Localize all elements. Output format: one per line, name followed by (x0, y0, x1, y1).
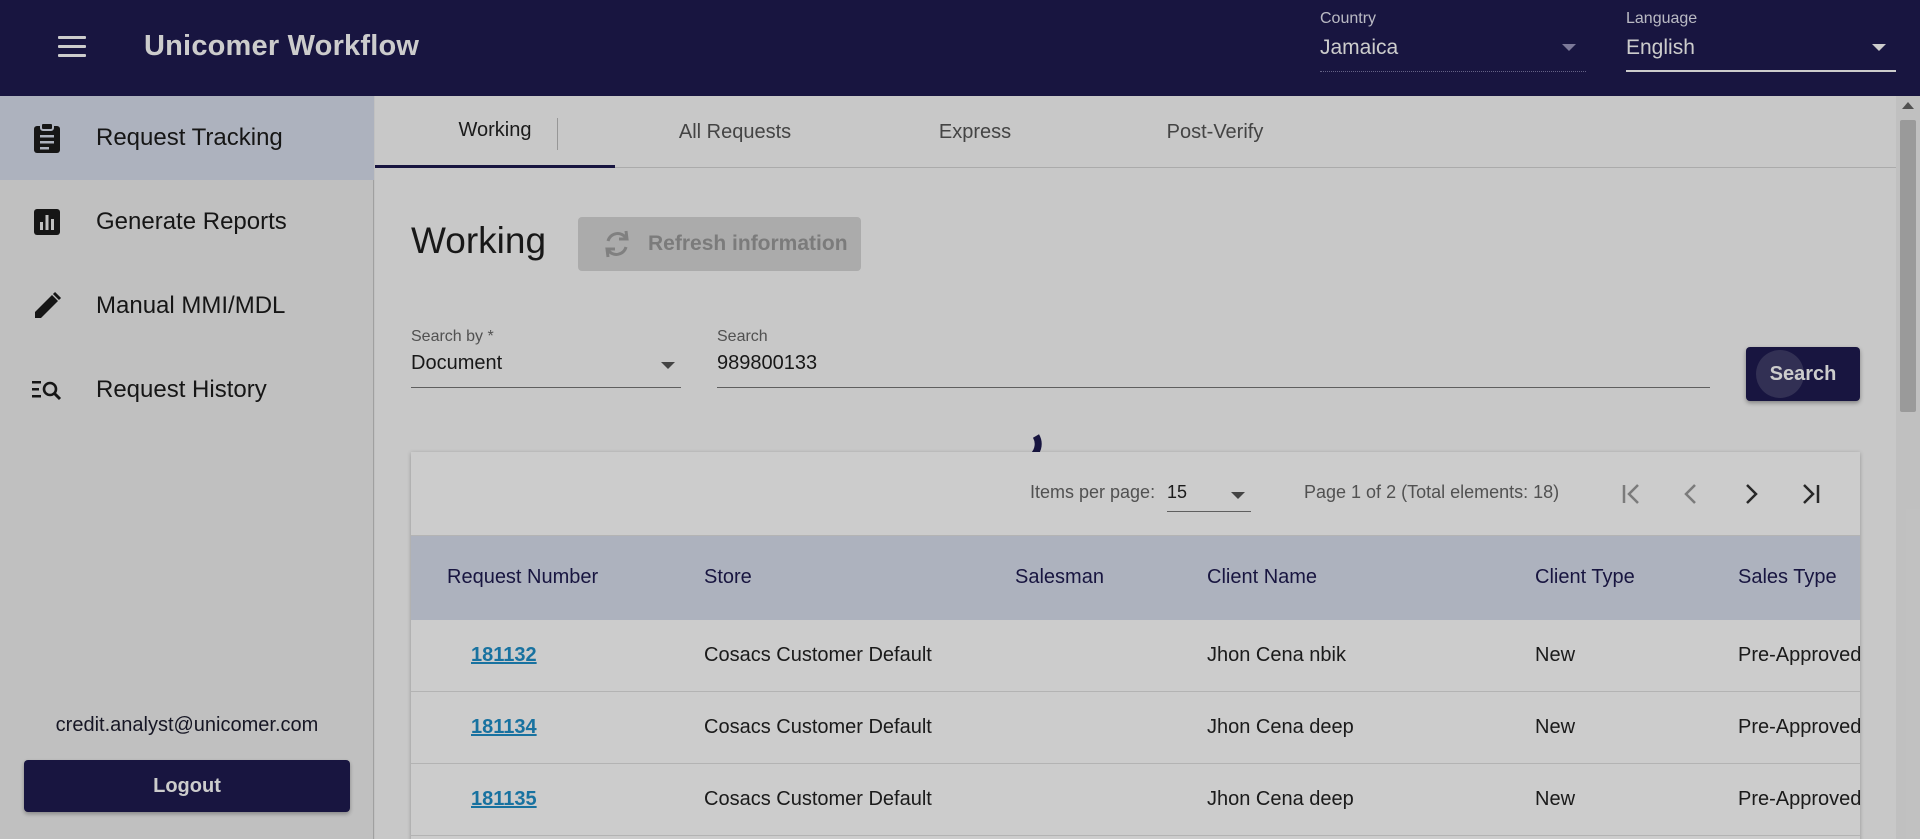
client-type-cell: New (1535, 644, 1576, 666)
tab-express[interactable]: Express (855, 96, 1095, 168)
country-value: Jamaica (1320, 36, 1399, 59)
paginator: Items per page: 15 Page 1 of 2 (Total el… (411, 452, 1860, 536)
column-header-request-number[interactable]: Request Number (447, 566, 598, 589)
client-type-cell: New (1535, 788, 1576, 810)
first-page-icon (1622, 484, 1639, 504)
store-cell: Cosacs Customer Default (704, 644, 932, 666)
refresh-information-button[interactable]: Refresh information (578, 217, 861, 271)
hamburger-menu-icon[interactable] (52, 30, 92, 66)
tab-post-verify[interactable]: Post-Verify (1095, 96, 1335, 168)
list-search-icon (30, 373, 64, 407)
column-header-sales-type[interactable]: Sales Type (1738, 566, 1837, 589)
column-header-salesman[interactable]: Salesman (1015, 566, 1104, 589)
page-range-label: Page 1 of 2 (Total elements: 18) (1304, 482, 1560, 502)
search-button[interactable]: Search (1746, 347, 1860, 401)
table-row: 181132 Cosacs Customer Default Jhon Cena… (411, 620, 1862, 692)
pencil-icon (30, 289, 64, 323)
ripple (1756, 350, 1804, 398)
chevron-down-icon (1872, 44, 1886, 51)
chevron-right-icon (1746, 484, 1758, 504)
table-header: Request Number Store Salesman Client Nam… (411, 536, 1860, 620)
tab-working[interactable]: Working (375, 96, 615, 168)
language-value: English (1626, 36, 1695, 59)
sidebar-item-request-history[interactable]: Request History (0, 348, 374, 432)
next-page-button[interactable] (1731, 474, 1771, 514)
sidebar-item-label: Generate Reports (96, 208, 287, 235)
chart-report-icon (30, 205, 64, 239)
request-number-link[interactable]: 181134 (471, 716, 537, 739)
client-type-cell: New (1535, 716, 1576, 738)
items-per-page-select[interactable]: 15 (1167, 476, 1251, 512)
search-by-label: Search by * (411, 328, 494, 345)
top-app-bar: Unicomer Workflow Country Jamaica Langua… (0, 0, 1920, 96)
chevron-down-icon (1231, 492, 1245, 499)
scroll-up-arrow-icon[interactable] (1902, 102, 1914, 109)
refresh-icon (605, 230, 629, 258)
user-email: credit.analyst@unicomer.com (55, 714, 319, 736)
main-content: Working All Requests Express Post-Verify… (375, 96, 1896, 839)
refresh-information-label: Refresh information (648, 232, 848, 255)
table-row: 181135 Cosacs Customer Default Jhon Cena… (411, 764, 1862, 836)
previous-page-button[interactable] (1671, 474, 1711, 514)
first-page-button[interactable] (1611, 474, 1651, 514)
client-name-cell: Jhon Cena deep (1207, 788, 1354, 810)
page-scrollbar[interactable] (1896, 96, 1920, 839)
store-cell: Cosacs Customer Default (704, 716, 932, 738)
sidebar-item-label: Request Tracking (96, 124, 283, 151)
scrollbar-thumb[interactable] (1900, 120, 1916, 412)
logout-button[interactable]: Logout (24, 760, 350, 812)
store-cell: Cosacs Customer Default (704, 788, 932, 810)
client-name-cell: Jhon Cena deep (1207, 716, 1354, 738)
sidebar-item-generate-reports[interactable]: Generate Reports (0, 180, 374, 264)
country-label: Country (1320, 10, 1377, 27)
last-page-icon (1803, 484, 1820, 504)
sidebar-item-manual-mmi-mdl[interactable]: Manual MMI/MDL (0, 264, 374, 348)
table-row: 181134 Cosacs Customer Default Jhon Cena… (411, 692, 1862, 764)
clipboard-icon (30, 121, 64, 155)
column-header-store[interactable]: Store (704, 566, 752, 589)
column-header-client-type[interactable]: Client Type (1535, 566, 1635, 589)
client-name-cell: Jhon Cena nbik (1207, 644, 1346, 666)
search-by-value: Document (411, 352, 503, 374)
chevron-down-icon (661, 362, 675, 369)
app-title: Unicomer Workflow (144, 30, 420, 62)
sidebar-item-label: Request History (96, 376, 267, 403)
request-number-link[interactable]: 181132 (471, 644, 537, 667)
page-title: Working (411, 220, 547, 261)
chevron-left-icon (1684, 484, 1696, 504)
tab-all-requests[interactable]: All Requests (615, 96, 855, 168)
search-value: 989800133 (717, 352, 818, 374)
items-per-page-label: Items per page: (1030, 482, 1156, 502)
requests-table-card: Items per page: 15 Page 1 of 2 (Total el… (411, 452, 1862, 839)
country-select[interactable]: Country Jamaica (1320, 10, 1586, 72)
chevron-down-icon (1562, 44, 1576, 51)
last-page-button[interactable] (1791, 474, 1831, 514)
sidebar-item-label: Manual MMI/MDL (96, 292, 286, 319)
sales-type-cell: Pre-Approved (1738, 788, 1862, 810)
column-header-client-name[interactable]: Client Name (1207, 566, 1317, 589)
tab-bar: Working All Requests Express Post-Verify (375, 96, 1896, 168)
search-label: Search (717, 328, 768, 345)
sidebar: Request Tracking Generate Reports Manual… (0, 96, 374, 839)
search-by-select[interactable]: Search by * Document (411, 328, 681, 388)
sales-type-cell: Pre-Approved (1738, 716, 1862, 738)
sales-type-cell: Pre-Approved (1738, 644, 1862, 666)
request-number-link[interactable]: 181135 (471, 788, 537, 811)
language-select[interactable]: Language English (1626, 10, 1896, 72)
language-label: Language (1626, 10, 1698, 27)
sidebar-item-request-tracking[interactable]: Request Tracking (0, 96, 374, 180)
search-input[interactable]: Search 989800133 (717, 328, 1710, 388)
